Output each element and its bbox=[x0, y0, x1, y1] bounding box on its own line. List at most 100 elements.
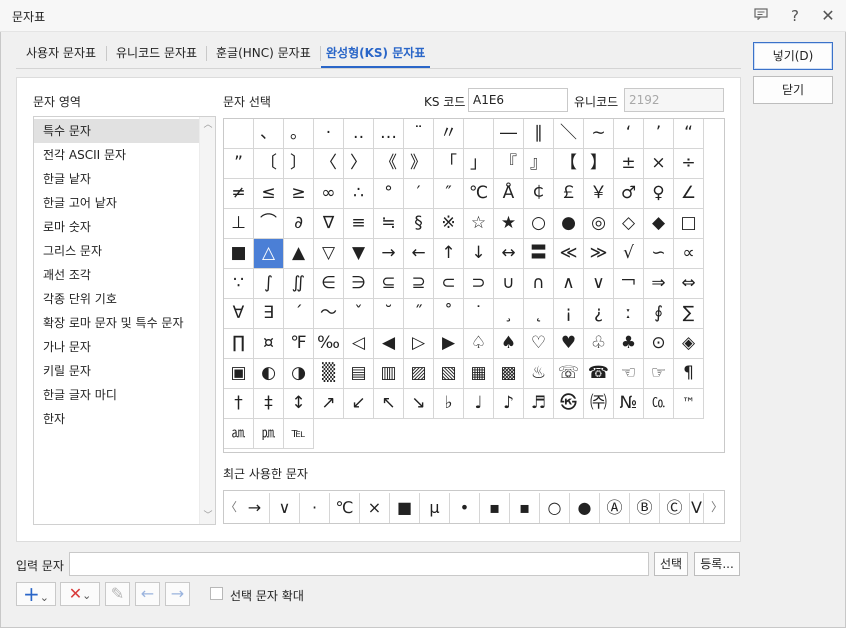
recent-char-cell[interactable]: μ bbox=[420, 493, 450, 523]
char-cell[interactable]: 『 bbox=[494, 149, 524, 179]
char-cell[interactable]: ← bbox=[404, 239, 434, 269]
char-cell[interactable]: ◀ bbox=[374, 329, 404, 359]
char-cell[interactable]: № bbox=[614, 389, 644, 419]
char-cell[interactable]: ¨ bbox=[404, 119, 434, 149]
area-item[interactable]: 특수 문자 bbox=[34, 119, 200, 143]
char-cell[interactable]: 」 bbox=[464, 149, 494, 179]
char-cell[interactable]: ↘ bbox=[404, 389, 434, 419]
char-cell[interactable]: ⇔ bbox=[674, 269, 704, 299]
char-cell[interactable]: △ bbox=[254, 239, 284, 269]
char-cell[interactable]: 〔 bbox=[254, 149, 284, 179]
char-cell[interactable]: □ bbox=[674, 209, 704, 239]
recent-char-cell[interactable]: ∨ bbox=[270, 493, 300, 523]
area-item[interactable]: 한자 bbox=[34, 407, 200, 431]
char-cell[interactable]: ￢ bbox=[614, 269, 644, 299]
char-cell[interactable]: ◆ bbox=[644, 209, 674, 239]
char-cell[interactable]: ▼ bbox=[344, 239, 374, 269]
recent-char-cell[interactable]: ● bbox=[570, 493, 600, 523]
char-cell[interactable]: ▥ bbox=[374, 359, 404, 389]
char-cell[interactable]: ⌒ bbox=[254, 209, 284, 239]
delete-button[interactable]: ✕⌄ bbox=[60, 582, 100, 606]
close-button[interactable]: 닫기 bbox=[753, 76, 833, 104]
char-cell[interactable]: ※ bbox=[434, 209, 464, 239]
char-cell[interactable]: × bbox=[644, 149, 674, 179]
char-cell[interactable]: ™ bbox=[674, 389, 704, 419]
char-cell[interactable]: ∴ bbox=[344, 179, 374, 209]
move-left-button[interactable]: ← bbox=[135, 582, 160, 606]
char-cell[interactable]: ∝ bbox=[674, 239, 704, 269]
char-cell[interactable]: ∪ bbox=[494, 269, 524, 299]
char-cell[interactable]: 】 bbox=[584, 149, 614, 179]
char-cell[interactable]: ♪ bbox=[494, 389, 524, 419]
area-item[interactable]: 한글 글자 마디 bbox=[34, 383, 200, 407]
recent-char-cell[interactable]: · bbox=[300, 493, 330, 523]
char-cell[interactable]: ↔ bbox=[494, 239, 524, 269]
char-cell[interactable]: ∨ bbox=[584, 269, 614, 299]
char-cell[interactable]: ˛ bbox=[524, 299, 554, 329]
char-cell[interactable]: ∬ bbox=[284, 269, 314, 299]
char-cell[interactable]: 、 bbox=[254, 119, 284, 149]
char-cell[interactable]: 〓 bbox=[524, 239, 554, 269]
char-cell[interactable]: ′ bbox=[404, 179, 434, 209]
char-cell[interactable]: ∈ bbox=[314, 269, 344, 299]
char-cell[interactable]: † bbox=[224, 389, 254, 419]
scroll-down-icon[interactable]: ﹀ bbox=[200, 508, 216, 524]
char-cell[interactable]: ㏘ bbox=[254, 419, 284, 449]
help-icon[interactable]: ? bbox=[784, 5, 806, 27]
char-cell[interactable]: ◁ bbox=[344, 329, 374, 359]
char-cell[interactable]: ∃ bbox=[254, 299, 284, 329]
char-cell[interactable]: ∵ bbox=[224, 269, 254, 299]
char-cell[interactable]: ◐ bbox=[254, 359, 284, 389]
char-cell[interactable]: ＼ bbox=[554, 119, 584, 149]
char-cell[interactable]: 〉 bbox=[344, 149, 374, 179]
char-cell[interactable]: ♧ bbox=[584, 329, 614, 359]
recent-char-cell[interactable]: • bbox=[450, 493, 480, 523]
area-item[interactable]: 각종 단위 기호 bbox=[34, 287, 200, 311]
recent-char-cell[interactable]: Ⓑ bbox=[630, 493, 660, 523]
area-item[interactable]: 한글 고어 낱자 bbox=[34, 191, 200, 215]
char-cell[interactable]: ♡ bbox=[524, 329, 554, 359]
char-cell[interactable]: ￡ bbox=[554, 179, 584, 209]
area-item[interactable]: 키릴 문자 bbox=[34, 359, 200, 383]
char-cell[interactable]: 〃 bbox=[434, 119, 464, 149]
recent-next-icon[interactable]: 〉 bbox=[710, 491, 724, 523]
char-cell[interactable]: ¸ bbox=[494, 299, 524, 329]
char-cell[interactable]: ☏ bbox=[554, 359, 584, 389]
area-item[interactable]: 그리스 문자 bbox=[34, 239, 200, 263]
char-cell[interactable]: ◎ bbox=[584, 209, 614, 239]
char-cell[interactable]: 』 bbox=[524, 149, 554, 179]
char-cell[interactable]: ♂ bbox=[614, 179, 644, 209]
char-cell[interactable]: ⊙ bbox=[644, 329, 674, 359]
char-cell[interactable]: ± bbox=[614, 149, 644, 179]
char-cell[interactable]: ☆ bbox=[464, 209, 494, 239]
add-button[interactable]: +⌄ bbox=[16, 582, 56, 606]
char-cell[interactable]: ♠ bbox=[494, 329, 524, 359]
char-cell[interactable]: ◑ bbox=[284, 359, 314, 389]
char-cell[interactable]: ⊂ bbox=[434, 269, 464, 299]
char-cell[interactable]: ˇ bbox=[344, 299, 374, 329]
char-cell[interactable]: ‡ bbox=[254, 389, 284, 419]
char-cell[interactable]: ↕ bbox=[284, 389, 314, 419]
char-cell[interactable]: ★ bbox=[494, 209, 524, 239]
char-cell[interactable]: … bbox=[374, 119, 404, 149]
edit-button[interactable]: ✎ bbox=[105, 582, 130, 606]
char-cell[interactable]: ∮ bbox=[644, 299, 674, 329]
char-cell[interactable]: ▩ bbox=[494, 359, 524, 389]
select-button[interactable]: 선택 bbox=[654, 552, 688, 576]
char-cell[interactable]: ☞ bbox=[644, 359, 674, 389]
char-cell[interactable]: ∠ bbox=[674, 179, 704, 209]
char-cell[interactable]: ” bbox=[224, 149, 254, 179]
char-cell[interactable]: · bbox=[314, 119, 344, 149]
char-cell[interactable]: ¡ bbox=[554, 299, 584, 329]
char-cell[interactable]: § bbox=[404, 209, 434, 239]
char-cell[interactable]: 。 bbox=[284, 119, 314, 149]
char-cell[interactable]: ↑ bbox=[434, 239, 464, 269]
close-icon[interactable]: ✕ bbox=[817, 5, 839, 27]
char-cell[interactable]: ≥ bbox=[284, 179, 314, 209]
char-grid[interactable]: 、。·‥…¨〃­―∥＼∼‘’“ ”〔〕〈〉《》「」『』【】±×÷ ≠≤≥∞∴°′″℃… bbox=[223, 118, 725, 453]
char-cell[interactable]: ː bbox=[614, 299, 644, 329]
char-cell[interactable]: ˘ bbox=[374, 299, 404, 329]
char-cell[interactable]: ㈜ bbox=[584, 389, 614, 419]
char-cell[interactable]: ↖ bbox=[374, 389, 404, 419]
input-chars-field[interactable] bbox=[69, 552, 649, 576]
